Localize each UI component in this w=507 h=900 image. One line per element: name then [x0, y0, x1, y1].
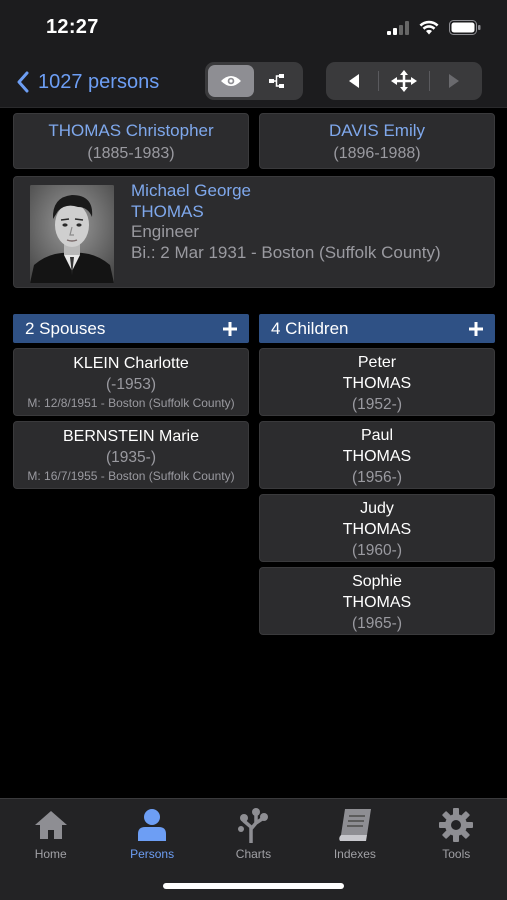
child-card[interactable]: Judy THOMAS (1960-)	[259, 494, 495, 562]
plus-icon	[223, 321, 237, 336]
tree-icon	[269, 74, 284, 88]
add-child-button[interactable]	[469, 317, 483, 341]
father-name: THOMAS Christopher	[48, 121, 214, 140]
view-mode-segmented-control	[205, 62, 303, 100]
child-dates: (1965-)	[352, 615, 402, 632]
child-card[interactable]: Peter THOMAS (1952-)	[259, 348, 495, 416]
person-icon	[138, 809, 167, 841]
prev-arrow-icon	[348, 74, 359, 88]
father-card[interactable]: THOMAS Christopher (1885-1983)	[13, 113, 249, 169]
person-birth: Bi.: 2 Mar 1931 - Boston (Suffolk County…	[131, 242, 441, 262]
status-icons	[387, 20, 481, 35]
charts-icon	[238, 808, 269, 843]
spouse-name: KLEIN Charlotte	[73, 355, 189, 372]
child-surname: THOMAS	[342, 448, 412, 465]
child-dates: (1956-)	[352, 469, 402, 486]
spouses-header-title: 2 Spouses	[25, 318, 106, 338]
wifi-icon	[419, 20, 439, 35]
person-info: Michael George THOMAS Engineer Bi.: 2 Ma…	[131, 181, 441, 263]
next-arrow-icon	[449, 74, 460, 88]
spouse-name: BERNSTEIN Marie	[62, 428, 200, 445]
history-navigation-control	[326, 62, 482, 100]
child-given-name: Paul	[360, 427, 394, 444]
battery-icon	[449, 20, 481, 35]
tab-home[interactable]: Home	[0, 799, 101, 900]
view-mode-tree-button[interactable]	[254, 65, 300, 97]
spouse-dates: (-1953)	[106, 376, 156, 393]
tab-label: Tools	[442, 847, 471, 861]
tree-center-icon	[390, 70, 417, 92]
plus-icon	[469, 321, 483, 336]
child-surname: THOMAS	[342, 375, 412, 392]
spouses-section-header: 2 Spouses	[13, 314, 249, 343]
father-dates: (1885-1983)	[87, 145, 175, 162]
person-card[interactable]: Michael George THOMAS Engineer Bi.: 2 Ma…	[13, 176, 495, 288]
child-given-name: Sophie	[352, 573, 402, 590]
chevron-left-icon	[17, 71, 29, 93]
spouse-card[interactable]: BERNSTEIN Marie (1935-) M: 16/7/1955 - B…	[13, 421, 249, 489]
status-bar: 12:27	[0, 0, 507, 58]
person-photo[interactable]	[30, 185, 114, 283]
children-header-title: 4 Children	[271, 318, 349, 338]
home-icon	[34, 811, 67, 839]
child-card[interactable]: Sophie THOMAS (1965-)	[259, 567, 495, 635]
tab-label: Charts	[235, 847, 272, 861]
gear-icon	[439, 808, 474, 842]
next-person-button[interactable]	[430, 65, 479, 97]
add-spouse-button[interactable]	[223, 317, 237, 341]
mother-name: DAVIS Emily	[328, 121, 426, 140]
mother-card[interactable]: DAVIS Emily (1896-1988)	[259, 113, 495, 169]
child-dates: (1952-)	[352, 396, 402, 413]
spouse-dates: (1935-)	[106, 449, 156, 466]
cellular-signal-icon	[387, 20, 409, 35]
navigation-bar: 1027 persons	[0, 58, 507, 108]
child-surname: THOMAS	[342, 594, 412, 611]
status-time: 12:27	[46, 16, 99, 38]
children-section-header: 4 Children	[259, 314, 495, 343]
mother-dates: (1896-1988)	[333, 145, 421, 162]
child-given-name: Judy	[360, 500, 394, 517]
tree-center-button[interactable]	[379, 65, 428, 97]
person-surname: THOMAS	[131, 201, 204, 221]
person-occupation: Engineer	[131, 222, 200, 241]
child-surname: THOMAS	[342, 521, 412, 538]
child-card[interactable]: Paul THOMAS (1956-)	[259, 421, 495, 489]
eye-icon	[221, 76, 241, 86]
child-given-name: Peter	[357, 354, 397, 371]
view-mode-eye-button[interactable]	[208, 65, 254, 97]
spouse-card[interactable]: KLEIN Charlotte (-1953) M: 12/8/1951 - B…	[13, 348, 249, 416]
back-button[interactable]: 1027 persons	[16, 66, 159, 98]
tab-label: Home	[34, 847, 67, 861]
book-icon	[339, 809, 371, 841]
marriage-info: M: 12/8/1951 - Boston (Suffolk County)	[27, 396, 235, 410]
tab-label: Persons	[130, 847, 175, 861]
tab-tools[interactable]: Tools	[406, 799, 507, 900]
tab-label: Indexes	[333, 847, 376, 861]
portrait-photo	[30, 185, 114, 283]
person-given-names: Michael George	[131, 181, 252, 200]
back-button-label: 1027 persons	[38, 70, 160, 93]
home-indicator[interactable]	[163, 883, 344, 889]
marriage-info: M: 16/7/1955 - Boston (Suffolk County)	[27, 469, 235, 483]
previous-person-button[interactable]	[329, 65, 378, 97]
child-dates: (1960-)	[352, 542, 402, 559]
